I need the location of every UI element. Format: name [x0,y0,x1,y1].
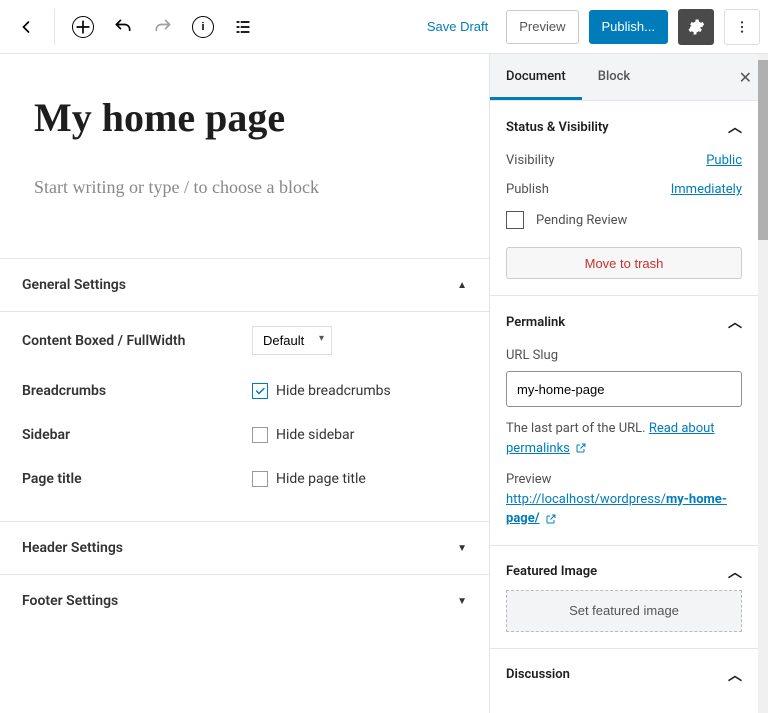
outline-button[interactable] [225,9,261,45]
section-title: Footer Settings [22,593,118,609]
permalink-toggle[interactable]: Permalink ︿ [506,312,742,332]
visibility-value-link[interactable]: Public [706,153,742,168]
main-area: My home page Start writing or type / to … [0,54,768,713]
plus-icon [72,16,94,38]
discussion-toggle[interactable]: Discussion ︿ [506,665,742,685]
hide-sidebar-checkbox[interactable] [252,427,268,443]
hide-breadcrumbs-checkbox[interactable] [252,383,268,399]
section-title: Header Settings [22,540,123,556]
featured-image-toggle[interactable]: Featured Image ︿ [506,562,742,582]
add-block-button[interactable] [65,9,101,45]
divider [54,9,55,45]
header-settings-toggle[interactable]: Header Settings ▼ [0,522,489,575]
url-slug-label: URL Slug [506,348,742,363]
permalink-panel: Permalink ︿ URL Slug The last part of th… [490,296,758,546]
content-width-label: Content Boxed / FullWidth [22,333,252,349]
section-title: General Settings [22,277,126,293]
close-sidebar-button[interactable]: ✕ [733,64,758,91]
general-settings-toggle[interactable]: General Settings ▲ [0,259,489,312]
caret-down-icon: ▼ [457,596,467,607]
panel-title: Permalink [506,315,565,330]
set-featured-image-button[interactable]: Set featured image [506,590,742,632]
sidebar-label: Sidebar [22,427,252,443]
breadcrumbs-label: Breadcrumbs [22,383,252,399]
info-button[interactable]: i [185,9,221,45]
undo-icon [113,17,133,37]
redo-icon [153,17,173,37]
panel-title: Status & Visibility [506,120,609,135]
preview-url-link[interactable]: http://localhost/wordpress/my-home-page/ [506,492,727,527]
block-placeholder[interactable]: Start writing or type / to choose a bloc… [34,177,455,198]
panel-title: Featured Image [506,564,597,579]
status-visibility-toggle[interactable]: Status & Visibility ︿ [506,117,742,137]
pending-review-label: Pending Review [536,213,627,228]
general-settings-body: Content Boxed / FullWidth Default Breadc… [0,312,489,522]
footer-settings-toggle[interactable]: Footer Settings ▼ [0,575,489,627]
checkbox-label: Hide page title [276,471,366,487]
settings-button[interactable] [678,9,714,45]
checkbox-label: Hide sidebar [276,427,354,443]
publish-label: Publish [506,182,549,197]
chevron-up-icon: ︿ [728,117,742,137]
content-width-select[interactable]: Default [252,326,332,355]
checkbox-label: Hide breadcrumbs [276,383,391,399]
publish-value-link[interactable]: Immediately [671,182,742,197]
more-menu-button[interactable] [724,9,760,45]
toolbar-right: Save Draft Preview Publish... [419,9,760,45]
kebab-icon [734,19,750,35]
chevron-up-icon: ︿ [728,562,742,582]
redo-button[interactable] [145,9,181,45]
url-slug-input[interactable] [506,371,742,407]
gear-icon [687,18,705,36]
visibility-label: Visibility [506,153,555,168]
tab-block[interactable]: Block [582,54,646,100]
preview-button[interactable]: Preview [506,10,578,44]
pending-review-checkbox[interactable] [506,211,524,229]
panel-title: Discussion [506,667,570,682]
back-button[interactable] [8,9,44,45]
discussion-panel: Discussion ︿ [490,649,758,701]
outline-icon [233,17,253,37]
page-title-label: Page title [22,471,252,487]
external-link-icon [545,513,557,525]
caret-down-icon: ▼ [457,543,467,554]
preview-label: Preview [506,470,742,490]
external-link-icon [575,442,587,454]
featured-image-panel: Featured Image ︿ Set featured image [490,546,758,649]
chevron-left-icon [16,17,36,37]
top-toolbar: i Save Draft Preview Publish... [0,0,768,54]
undo-button[interactable] [105,9,141,45]
status-visibility-panel: Status & Visibility ︿ Visibility Public … [490,101,758,296]
general-settings-section: General Settings ▲ Content Boxed / FullW… [0,258,489,627]
move-to-trash-button[interactable]: Move to trash [506,247,742,279]
page-title[interactable]: My home page [34,94,455,141]
save-draft-button[interactable]: Save Draft [419,13,496,40]
sidebar-tabs: Document Block ✕ [490,54,768,101]
toolbar-left: i [8,9,261,45]
publish-button[interactable]: Publish... [589,10,668,44]
chevron-up-icon: ︿ [728,665,742,685]
tab-document[interactable]: Document [490,54,582,100]
chevron-up-icon: ︿ [728,312,742,332]
info-icon: i [192,16,214,38]
scrollbar[interactable] [758,54,768,713]
hide-page-title-checkbox[interactable] [252,471,268,487]
permalink-help: The last part of the URL. Read about per… [506,419,742,458]
settings-sidebar: Document Block ✕ Status & Visibility ︿ V… [489,54,768,713]
editor-canvas[interactable]: My home page Start writing or type / to … [0,54,489,713]
caret-up-icon: ▲ [457,280,467,291]
